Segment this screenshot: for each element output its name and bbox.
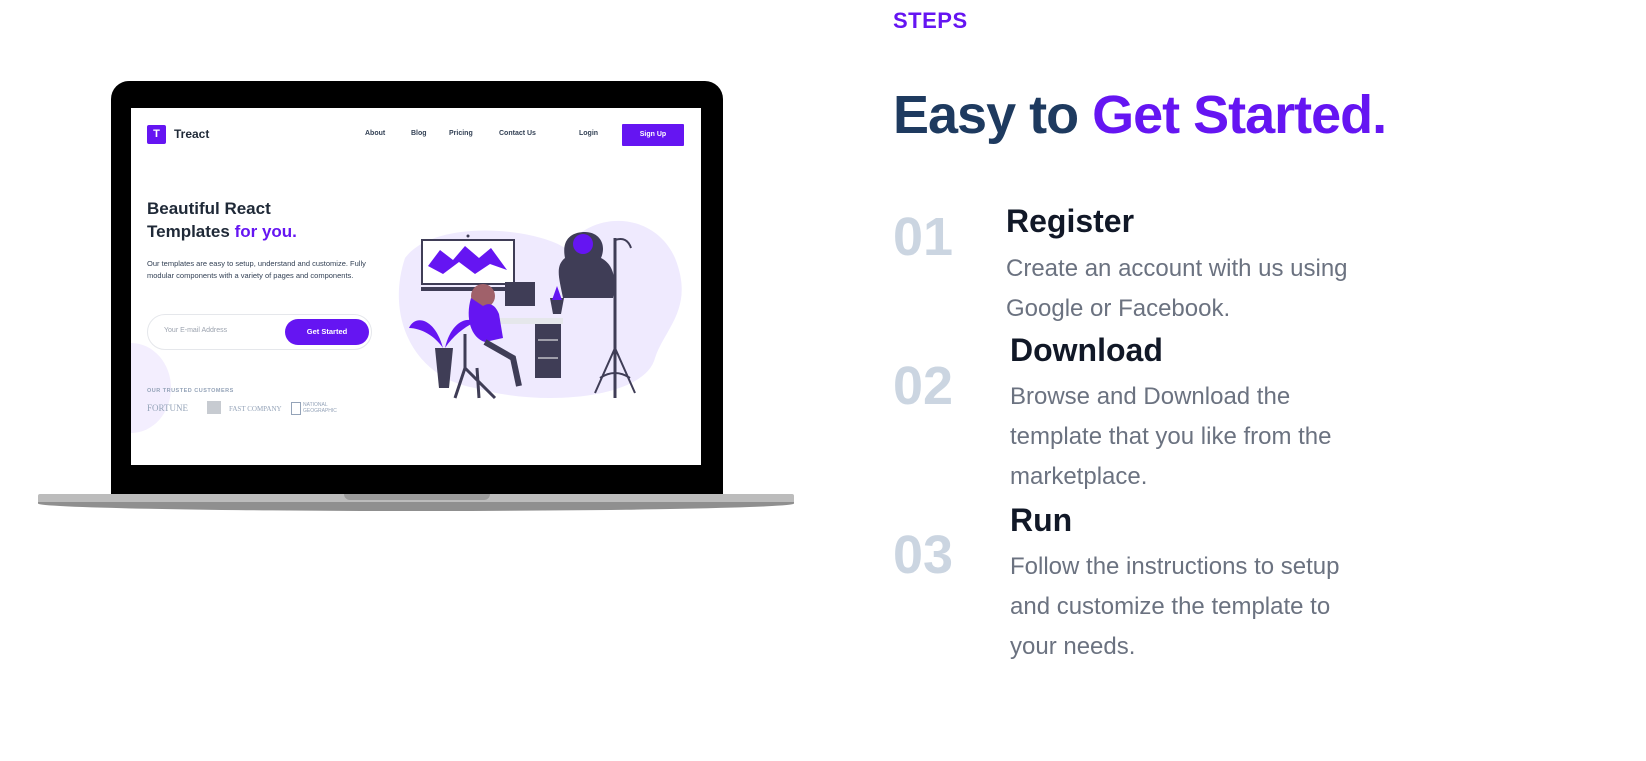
step-number: 02 <box>893 356 954 416</box>
step-title: Register <box>1006 203 1135 239</box>
mockup-nav-about: About <box>365 130 386 137</box>
mockup-logo-natgeo-frame <box>291 402 301 415</box>
step-number: 03 <box>893 525 954 585</box>
mockup-brand-name: Treact <box>174 127 210 141</box>
mockup-desk-illustration <box>398 220 682 400</box>
step-number: 01 <box>893 207 954 267</box>
mockup-nav-contact: Contact Us <box>499 130 536 137</box>
heading-accent-text: Get Started. <box>1092 85 1387 145</box>
mockup-logo-natgeo: NATIONAL GEOGRAPHIC <box>303 402 337 414</box>
mockup-logo-icon: T <box>147 125 166 144</box>
laptop-base-shadow <box>38 502 794 511</box>
step-title: Run <box>1010 502 1073 538</box>
heading-main-text: Easy to <box>893 85 1093 145</box>
laptop-screen: T Treact About Blog Pricing Contact Us L… <box>131 108 701 465</box>
laptop-notch <box>344 494 490 500</box>
mockup-email-placeholder: Your E-mail Address <box>164 327 228 334</box>
mockup-hero-heading: Beautiful React Templates for you. <box>147 199 297 241</box>
mockup-get-started-button: Get Started <box>285 319 369 345</box>
laptop-lid: T Treact About Blog Pricing Contact Us L… <box>111 81 723 495</box>
mockup-nav-login: Login <box>579 130 599 137</box>
step-title: Download <box>1010 332 1163 368</box>
mockup-logo-square <box>207 401 221 414</box>
mockup-hero-description: Our templates are easy to setup, underst… <box>147 259 366 280</box>
step-description: Create an account with us using Google or… <box>1006 255 1348 322</box>
section-heading: Easy to Get Started. <box>893 84 1387 146</box>
step-description: Browse and Download the template that you… <box>1010 383 1332 490</box>
laptop-mockup-image: T Treact About Blog Pricing Contact Us L… <box>38 81 794 511</box>
mockup-trusted-label: OUR TRUSTED CUSTOMERS <box>147 388 234 394</box>
mockup-logo-fastcompany: FAST COMPANY <box>229 405 282 413</box>
mockup-logo-fortune: FORTUNE <box>147 403 188 413</box>
mockup-nav-pricing: Pricing <box>449 130 473 137</box>
mockup-signup-button: Sign Up <box>622 124 684 146</box>
section-label: STEPS <box>893 8 968 33</box>
mockup-email-form: Your E-mail Address Get Started <box>147 314 372 350</box>
step-description: Follow the instructions to setup and cust… <box>1010 553 1340 660</box>
mockup-nav-blog: Blog <box>411 130 427 137</box>
